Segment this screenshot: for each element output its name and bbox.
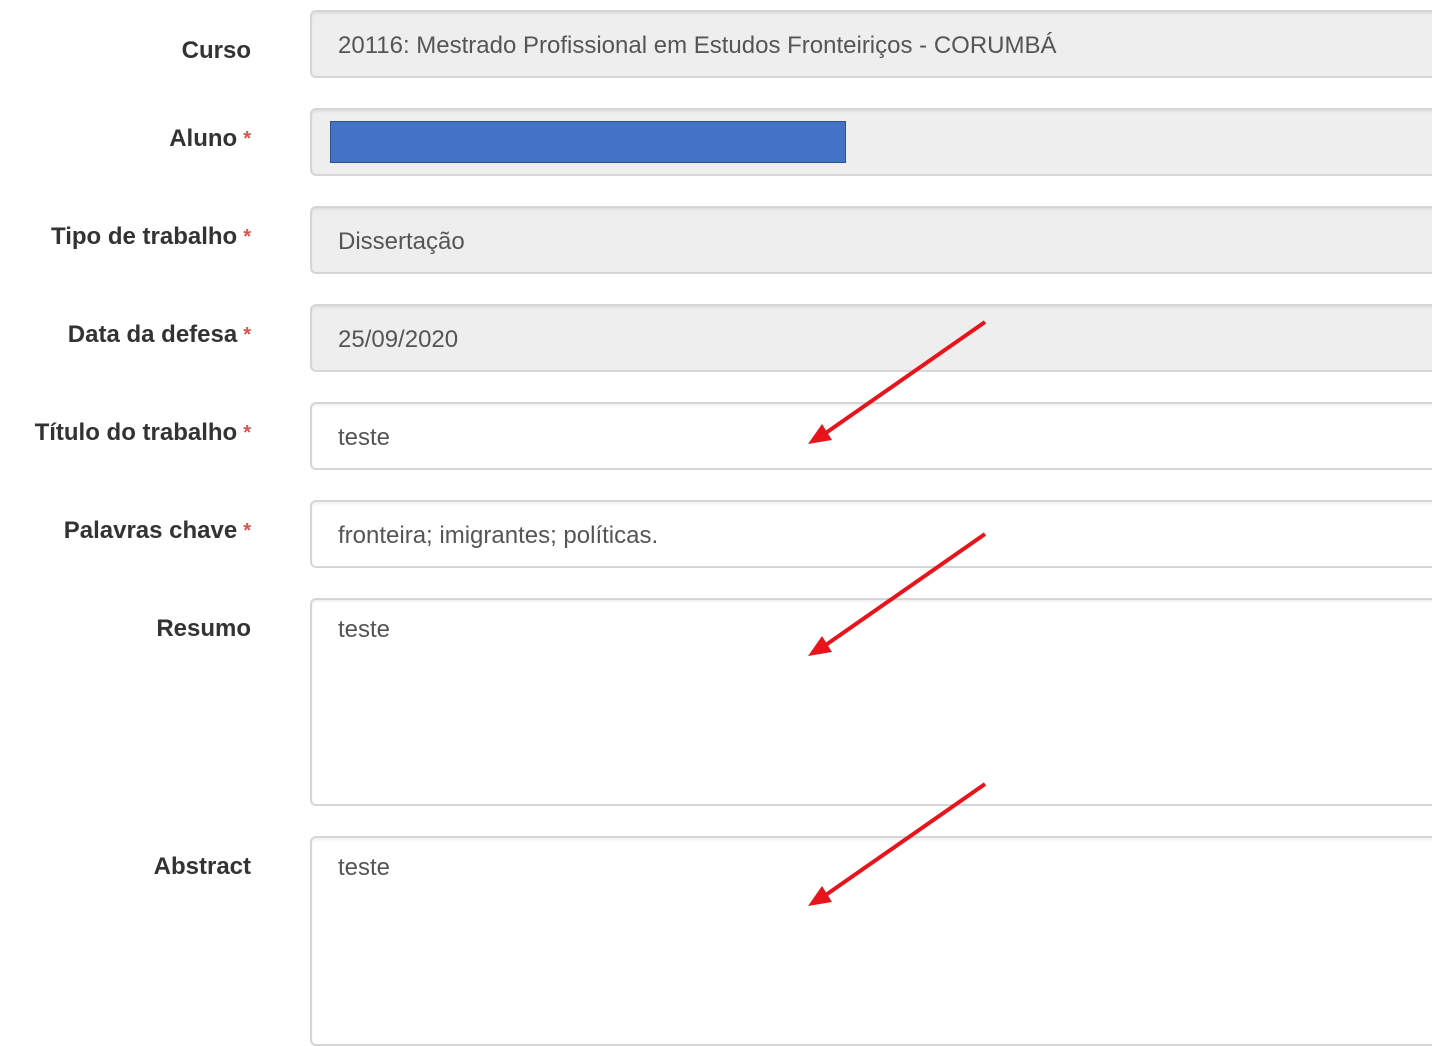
work-title-label: Título do trabalho * xyxy=(35,418,251,448)
required-marker: * xyxy=(243,226,251,248)
work-title-label-text: Título do trabalho xyxy=(34,419,238,446)
work-title-value: teste xyxy=(338,424,391,451)
summary-value: teste xyxy=(338,616,391,643)
redaction-block xyxy=(330,121,846,163)
work-type-label-text: Tipo de trabalho xyxy=(50,223,238,250)
summary-row: Resumo teste xyxy=(0,598,1432,806)
keywords-value: fronteira; imigrantes; políticas. xyxy=(338,522,659,549)
keywords-label: Palavras chave * xyxy=(64,516,251,546)
keywords-label-text: Palavras chave xyxy=(63,517,238,544)
work-type-label: Tipo de trabalho * xyxy=(51,222,251,252)
student-row: Aluno * xyxy=(0,108,1432,176)
course-value: 20116: Mestrado Profissional em Estudos … xyxy=(338,32,1057,59)
defense-date-value: 25/09/2020 xyxy=(338,326,459,353)
required-marker: * xyxy=(243,128,251,150)
course-row: Curso 20116: Mestrado Profissional em Es… xyxy=(0,10,1432,78)
abstract-label-text: Abstract xyxy=(153,853,251,880)
work-title-input[interactable]: teste xyxy=(310,402,1432,470)
student-label: Aluno * xyxy=(169,124,251,154)
defense-date-field[interactable]: 25/09/2020 xyxy=(310,304,1432,372)
student-label-text: Aluno xyxy=(169,125,238,152)
summary-label: Resumo xyxy=(156,614,251,644)
work-type-field[interactable]: Dissertação xyxy=(310,206,1432,274)
required-marker: * xyxy=(243,324,251,346)
defense-date-row: Data da defesa * 25/09/2020 xyxy=(0,304,1432,372)
defense-date-label-text: Data da defesa xyxy=(67,321,238,348)
keywords-input[interactable]: fronteira; imigrantes; políticas. xyxy=(310,500,1432,568)
keywords-row: Palavras chave * fronteira; imigrantes; p… xyxy=(0,500,1432,568)
course-label: Curso xyxy=(182,36,251,66)
course-label-text: Curso xyxy=(181,37,251,64)
summary-label-text: Resumo xyxy=(156,615,251,642)
thesis-form: Curso 20116: Mestrado Profissional em Es… xyxy=(0,0,1432,1046)
abstract-value: teste xyxy=(338,854,391,881)
defense-date-label: Data da defesa * xyxy=(68,320,251,350)
required-marker: * xyxy=(243,520,251,542)
work-type-value: Dissertação xyxy=(338,228,465,255)
summary-textarea[interactable]: teste xyxy=(310,598,1432,806)
abstract-textarea[interactable]: teste xyxy=(310,836,1432,1046)
abstract-row: Abstract teste xyxy=(0,836,1432,1046)
student-field[interactable] xyxy=(310,108,1432,176)
work-type-row: Tipo de trabalho * Dissertação xyxy=(0,206,1432,274)
course-field[interactable]: 20116: Mestrado Profissional em Estudos … xyxy=(310,10,1432,78)
abstract-label: Abstract xyxy=(154,852,251,882)
required-marker: * xyxy=(243,422,251,444)
work-title-row: Título do trabalho * teste xyxy=(0,402,1432,470)
